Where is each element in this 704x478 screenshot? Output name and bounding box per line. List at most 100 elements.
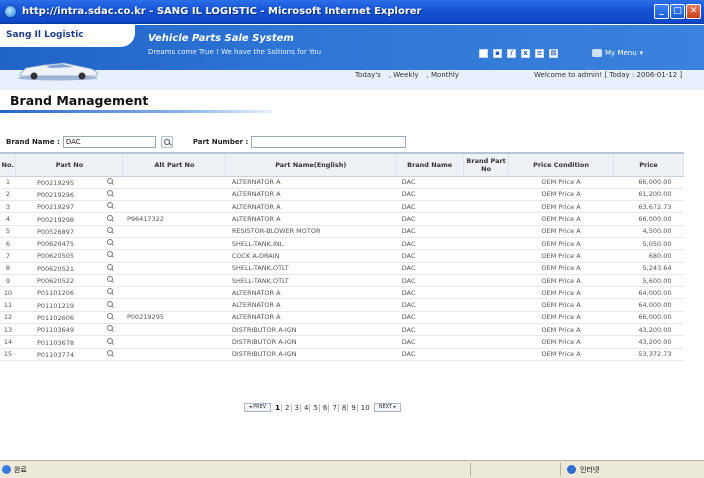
price-condition-cell: OEM Price A bbox=[508, 237, 614, 251]
pagination: ◂ PREV 1 2 3 4 5 6 7 8 9 10 NEXT ▸ bbox=[244, 403, 402, 412]
row-number: 14 bbox=[0, 335, 16, 349]
alt-part-no-cell bbox=[122, 348, 226, 361]
nav-weekly[interactable]: , Weekly bbox=[386, 71, 422, 79]
brand-search-icon[interactable] bbox=[160, 136, 173, 148]
part-no-cell: P00620475 bbox=[15, 237, 123, 251]
part-no-text: P00526897 bbox=[36, 227, 74, 236]
part-lookup-icon[interactable] bbox=[106, 276, 114, 283]
part-lookup-icon[interactable] bbox=[106, 325, 114, 332]
brand-name-cell: DAC bbox=[395, 348, 464, 361]
prev-page-button[interactable]: ◂ PREV bbox=[244, 403, 272, 412]
page-link[interactable]: 2 bbox=[284, 403, 292, 412]
price-cell: 5,600.00 bbox=[613, 274, 684, 288]
brand-name-input[interactable] bbox=[62, 136, 156, 148]
part-name-cell: SHELL-TANK,OTLT bbox=[225, 274, 396, 288]
brand-logo[interactable]: Sang Il Logistic bbox=[6, 30, 84, 40]
table-row[interactable]: 5 P00526897 RESISTOR-BLOWER MOTOR DAC OEM Pr… bbox=[0, 225, 684, 238]
part-no-text: P00620521 bbox=[36, 264, 74, 273]
alt-part-no-cell bbox=[122, 335, 226, 349]
nav-monthly[interactable]: , Monthly bbox=[424, 71, 462, 79]
part-no-text: P01101206 bbox=[36, 289, 74, 298]
my-menu[interactable]: My Menu ▾ bbox=[592, 49, 643, 57]
page-link[interactable]: 6 bbox=[322, 403, 330, 412]
alt-part-no-cell bbox=[122, 200, 226, 214]
page-link[interactable]: 9 bbox=[350, 403, 358, 412]
part-lookup-icon[interactable] bbox=[106, 177, 114, 185]
table-row[interactable]: 8 P00620521 SHELL-TANK,OTLT DAC OEM Price A5… bbox=[0, 262, 684, 275]
table-row[interactable]: 10 P01101206 ALTERNATOR A DAC OEM Price A 64,… bbox=[0, 286, 684, 300]
col-part-no: Part No bbox=[15, 152, 124, 177]
alt-part-no-cell bbox=[122, 225, 226, 238]
part-lookup-icon[interactable] bbox=[106, 251, 114, 258]
page-link[interactable]: 1 bbox=[274, 403, 283, 412]
close-button[interactable]: ✕ bbox=[686, 4, 701, 19]
page-link[interactable]: 10 bbox=[360, 404, 371, 412]
col-brand-part-no: Brand Part No bbox=[463, 152, 510, 177]
alt-part-no-cell: P00219295 bbox=[122, 311, 226, 325]
next-page-button[interactable]: NEXT ▸ bbox=[373, 403, 402, 412]
part-lookup-icon[interactable] bbox=[106, 300, 114, 308]
delete-icon[interactable]: x bbox=[521, 49, 530, 58]
brand-part-no-cell bbox=[463, 286, 509, 300]
page-link[interactable]: 4 bbox=[303, 403, 311, 412]
table-row[interactable]: 6 P00620475 SHELL-TANK,INL DAC OEM Price A 5,… bbox=[0, 237, 684, 251]
table-row[interactable]: 1 P00219295 ALTERNATOR A DAC OEM Price A 66,0… bbox=[0, 176, 684, 189]
brand-name-cell: DAC bbox=[395, 323, 464, 337]
part-no-cell: P00620505 bbox=[15, 249, 123, 263]
nav-today[interactable]: Today's bbox=[352, 71, 384, 79]
status-divider bbox=[470, 463, 471, 476]
alt-part-no-cell bbox=[122, 237, 226, 251]
brand-name-cell: DAC bbox=[395, 212, 464, 226]
table-row[interactable]: 7 P00620505 COCK A-DRAIN DAC OEM Price A 680.… bbox=[0, 249, 684, 263]
maximize-button[interactable]: □ bbox=[670, 4, 685, 19]
part-lookup-icon[interactable] bbox=[106, 288, 114, 295]
table-row[interactable]: 3 P00219297 ALTERNATOR A DAC OEM Price A 63,6… bbox=[0, 200, 684, 214]
part-lookup-icon[interactable] bbox=[106, 263, 114, 271]
page-link[interactable]: 7 bbox=[331, 403, 339, 412]
part-lookup-icon[interactable] bbox=[106, 239, 114, 246]
part-no-text: P00219298 bbox=[36, 215, 74, 224]
table-row[interactable]: 13 P01103649 DISTRIBUTOR A-IGN DAC OEM Price… bbox=[0, 323, 684, 337]
edit-icon[interactable]: ∕ bbox=[507, 49, 516, 58]
page-link[interactable]: 5 bbox=[312, 403, 320, 412]
brand-name-cell: DAC bbox=[395, 274, 464, 288]
price-condition-cell: OEM Price A bbox=[508, 200, 614, 214]
price-condition-cell: OEM Price A bbox=[508, 274, 614, 288]
table-row[interactable]: 9 P00620522 SHELL-TANK,OTLT DAC OEM Price A5… bbox=[0, 274, 684, 288]
brand-part-no-cell bbox=[463, 311, 509, 325]
page-link[interactable]: 8 bbox=[341, 403, 349, 412]
table-row[interactable]: 15 P01103774 DISTRIBUTOR A-IGN DAC OEM Price… bbox=[0, 348, 684, 361]
part-lookup-icon[interactable] bbox=[106, 202, 114, 209]
part-no-text: P00219295 bbox=[36, 178, 74, 187]
print-icon[interactable]: ≡ bbox=[535, 49, 544, 58]
brand-name-label: Brand Name : bbox=[6, 138, 60, 146]
brand-part-no-cell bbox=[463, 298, 509, 312]
welcome-text: Welcome to admin! [ Today : 2006-01-12 ] bbox=[534, 71, 683, 79]
table-row[interactable]: 14 P01103678 DISTRIBUTOR A-IGN DAC OEM Price… bbox=[0, 335, 684, 349]
page-link[interactable]: 3 bbox=[294, 403, 301, 412]
part-lookup-icon[interactable] bbox=[106, 349, 114, 357]
brand-part-no-cell bbox=[463, 225, 509, 238]
part-no-text: P00620505 bbox=[36, 252, 74, 261]
part-lookup-icon[interactable] bbox=[106, 312, 114, 320]
part-no-text: P00219296 bbox=[36, 190, 74, 199]
minimize-button[interactable]: _ bbox=[654, 4, 669, 19]
car-logo-icon bbox=[18, 62, 99, 81]
price-cell: 66,000.00 bbox=[613, 311, 684, 325]
part-number-input[interactable] bbox=[251, 136, 407, 148]
table-row[interactable]: 2 P00219296 ALTERNATOR A DAC OEM Price A 61,2… bbox=[0, 188, 684, 202]
table-row[interactable]: 12 P01102606 P00219295 ALTERNATOR A DAC OEM P… bbox=[0, 311, 684, 325]
part-lookup-icon[interactable] bbox=[106, 337, 114, 345]
search-form: Brand Name : Part Number : bbox=[6, 136, 407, 148]
parts-table: No. Part No Alt Part No Part Name(Englis… bbox=[0, 152, 685, 361]
excel-icon[interactable]: ⊠ bbox=[549, 49, 558, 58]
part-lookup-icon[interactable] bbox=[106, 226, 114, 234]
part-lookup-icon[interactable] bbox=[106, 214, 114, 222]
table-row[interactable]: 11 P01101219 ALTERNATOR A DAC OEM Price A 64,… bbox=[0, 298, 684, 312]
part-lookup-icon[interactable] bbox=[106, 189, 114, 197]
new-document-icon[interactable] bbox=[479, 49, 488, 58]
save-icon[interactable]: ▪ bbox=[493, 49, 502, 58]
table-row[interactable]: 4 P00219298 P96417322 ALTERNATOR A DAC OEM Pr… bbox=[0, 212, 684, 226]
row-number: 6 bbox=[0, 237, 16, 251]
part-name-cell: RESISTOR-BLOWER MOTOR bbox=[225, 225, 396, 238]
